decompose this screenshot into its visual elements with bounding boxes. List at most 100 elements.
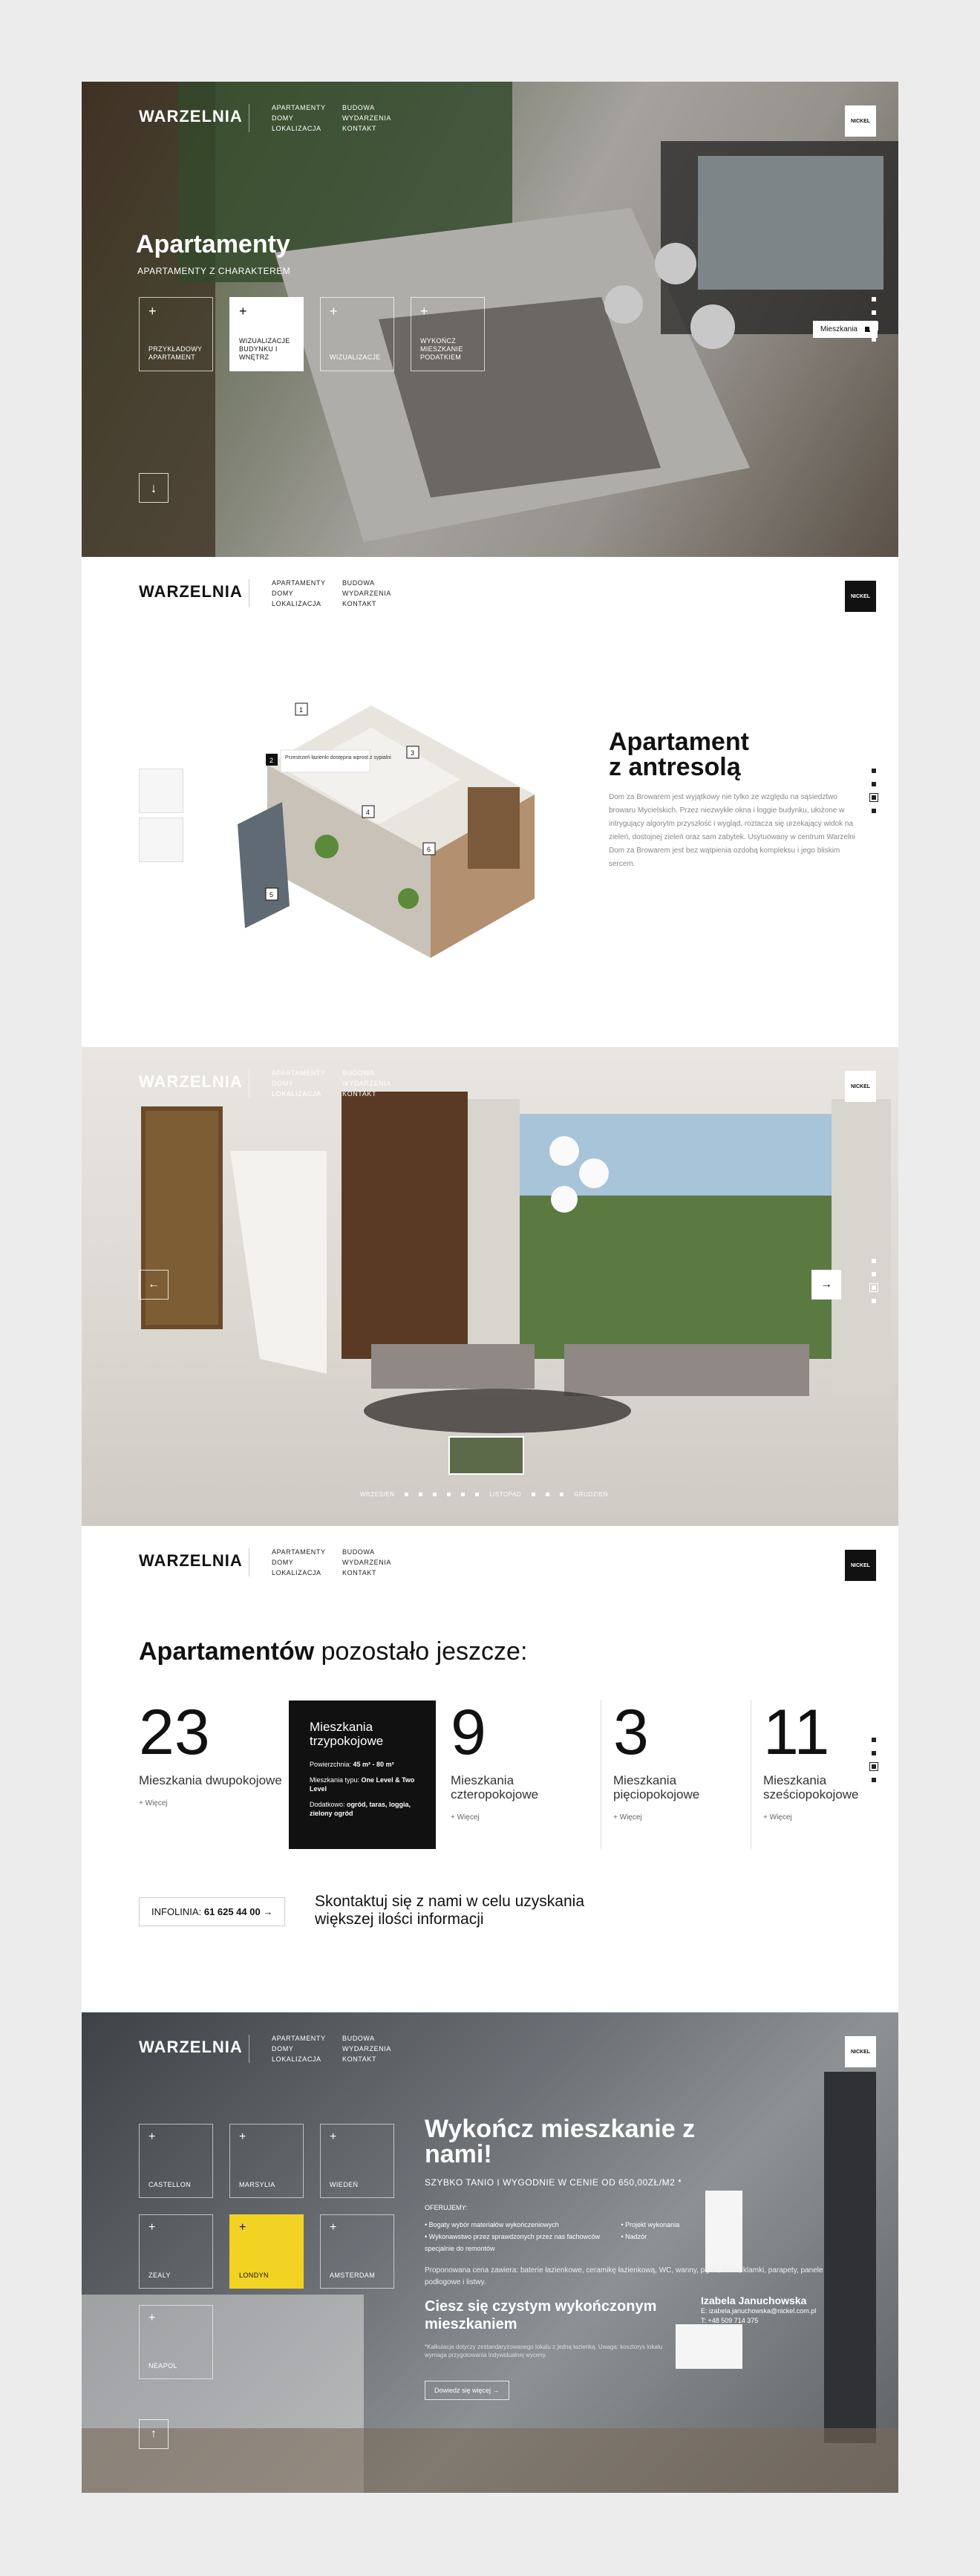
tile-visualizations[interactable]: + WIZUALIZACJE (320, 297, 394, 371)
nav-wydarzenia[interactable]: WYDARZENIA (342, 1559, 409, 1566)
nav-apartamenty[interactable]: APARTAMENTY (272, 2035, 342, 2042)
apartments-tag[interactable]: Mieszkania (812, 321, 878, 338)
style-tile-active[interactable]: + LONDYN (229, 2214, 304, 2289)
dot[interactable] (872, 769, 876, 773)
nav-wydarzenia[interactable]: WYDARZENIA (342, 2045, 409, 2052)
more-link[interactable]: + Więcej (613, 1813, 751, 1822)
brand-badge[interactable]: NICKEL (845, 105, 876, 137)
nav-apartamenty[interactable]: APARTAMENTY (272, 1069, 342, 1077)
nav-lokalizacja[interactable]: LOKALIZACJA (272, 125, 342, 132)
timeline-dot[interactable] (546, 1493, 550, 1496)
dot[interactable] (872, 809, 876, 813)
scroll-down-button[interactable]: ↓ (139, 473, 169, 503)
nav-domy[interactable]: DOMY (272, 590, 342, 597)
stat-six-room[interactable]: 11 Mieszkania sześciopokojowe + Więcej (751, 1701, 898, 1849)
dot[interactable] (872, 1738, 876, 1742)
nav-kontakt[interactable]: KONTAKT (342, 600, 409, 607)
timeline-dot[interactable] (419, 1493, 423, 1496)
brand-badge[interactable]: NICKEL (845, 1071, 876, 1102)
timeline-dot[interactable] (475, 1493, 480, 1496)
dot[interactable] (872, 1751, 876, 1755)
timeline-dot[interactable] (532, 1493, 536, 1496)
dot-active[interactable] (869, 322, 878, 330)
previous-image-button[interactable]: ← (139, 1270, 169, 1300)
dot[interactable] (872, 1299, 876, 1303)
style-tile[interactable]: + ZEALY (139, 2214, 213, 2289)
nav-kontakt[interactable]: KONTAKT (342, 1569, 409, 1576)
dot[interactable] (872, 1272, 876, 1276)
more-link[interactable]: + Więcej (139, 1799, 289, 1807)
dot[interactable] (872, 782, 876, 786)
dot-active[interactable] (869, 1762, 878, 1771)
timeline-label[interactable]: GRUDZIEŃ (574, 1491, 608, 1498)
nav-lokalizacja[interactable]: LOKALIZACJA (272, 1090, 342, 1098)
nav-domy[interactable]: DOMY (272, 1080, 342, 1087)
nav-lokalizacja[interactable]: LOKALIZACJA (272, 600, 342, 607)
style-tile[interactable]: + AMSTERDAM (320, 2214, 394, 2289)
dot[interactable] (872, 297, 876, 301)
tile-finish-apartment[interactable]: + WYKOŃCZ MIESZKANIE PODATKIEM (411, 297, 485, 371)
dot[interactable] (872, 337, 876, 342)
timeline-label[interactable]: LISTOPAD (489, 1491, 521, 1498)
stat-two-room[interactable]: 23 Mieszkania dwupokojowe + Więcej (139, 1701, 289, 1849)
nav-budowa[interactable]: BUDOWA (342, 1069, 409, 1077)
style-tile[interactable]: + CASTELLON (139, 2124, 213, 2198)
more-link[interactable]: + Więcej (763, 1813, 898, 1822)
nav-wydarzenia[interactable]: WYDARZENIA (342, 114, 409, 122)
dot[interactable] (872, 310, 876, 315)
more-link[interactable]: + Więcej (451, 1813, 601, 1822)
stat-four-room[interactable]: 9 Mieszkania czteropokojowe + Więcej (451, 1701, 601, 1849)
dot-active[interactable] (869, 793, 878, 802)
contact-email[interactable]: E: izabela.januchowska@nickel.com.pl (701, 2306, 816, 2316)
nav-kontakt[interactable]: KONTAKT (342, 1090, 409, 1098)
logo[interactable]: WARZELNIA (139, 1072, 243, 1092)
timeline-dot[interactable] (560, 1493, 564, 1496)
nav-domy[interactable]: DOMY (272, 2045, 342, 2052)
nav-lokalizacja[interactable]: LOKALIZACJA (272, 2055, 342, 2063)
callout-3[interactable]: 3 (411, 749, 414, 757)
logo[interactable]: WARZELNIA (139, 107, 243, 126)
callout-5[interactable]: 5 (270, 891, 273, 899)
nav-wydarzenia[interactable]: WYDARZENIA (342, 590, 409, 597)
infoline-button[interactable]: INFOLINIA: 61 625 44 00 → (139, 1897, 286, 1926)
contact-phone[interactable]: T: +48 509 714 375 (701, 2316, 816, 2326)
tile-visualizations-building[interactable]: + WIZUALIZACJE BUDYNKU I WNĘTRZ (229, 297, 304, 371)
callout-4[interactable]: 4 (366, 809, 370, 816)
nav-budowa[interactable]: BUDOWA (342, 1548, 409, 1556)
callout-1[interactable]: 1 (299, 706, 303, 714)
callout-2[interactable]: 2 (270, 757, 273, 764)
nav-wydarzenia[interactable]: WYDARZENIA (342, 1080, 409, 1087)
logo[interactable]: WARZELNIA (139, 1551, 243, 1571)
next-image-button[interactable]: → (811, 1270, 841, 1300)
brand-badge[interactable]: NICKEL (845, 1550, 876, 1581)
brand-badge[interactable]: NICKEL (845, 581, 876, 612)
timeline-dot[interactable] (461, 1493, 466, 1496)
nav-domy[interactable]: DOMY (272, 1559, 342, 1566)
nav-apartamenty[interactable]: APARTAMENTY (272, 1548, 342, 1556)
dot[interactable] (872, 1259, 876, 1263)
timeline-label[interactable]: WRZESIEŃ (360, 1491, 394, 1498)
dot-active[interactable] (869, 1283, 878, 1292)
style-tile[interactable]: + WIEDEŃ (320, 2124, 394, 2198)
nav-apartamenty[interactable]: APARTAMENTY (272, 104, 342, 111)
timeline-dot[interactable] (447, 1493, 451, 1496)
brand-badge[interactable]: NICKEL (845, 2036, 876, 2067)
nav-lokalizacja[interactable]: LOKALIZACJA (272, 1569, 342, 1576)
learn-more-button[interactable]: Dowiedz się więcej → (425, 2381, 509, 2400)
tile-sample-apartment[interactable]: + PRZYKŁADOWY APARTAMENT (139, 297, 213, 371)
nav-apartamenty[interactable]: APARTAMENTY (272, 579, 342, 587)
dot[interactable] (872, 1778, 876, 1782)
scroll-up-button[interactable]: ↑ (139, 2419, 169, 2449)
nav-kontakt[interactable]: KONTAKT (342, 125, 409, 132)
nav-domy[interactable]: DOMY (272, 114, 342, 122)
style-tile[interactable]: + NEAPOL (139, 2305, 213, 2379)
nav-budowa[interactable]: BUDOWA (342, 104, 409, 111)
stat-five-room[interactable]: 3 Mieszkania pięciopokojowe + Więcej (601, 1701, 751, 1849)
thumbnail-3d[interactable] (139, 769, 183, 813)
logo[interactable]: WARZELNIA (139, 2038, 243, 2057)
nav-budowa[interactable]: BUDOWA (342, 579, 409, 587)
stat-card-three-room[interactable]: Mieszkania trzypokojowe Powierzchnia: 45… (289, 1701, 436, 1849)
timeline-dot[interactable] (405, 1493, 409, 1496)
style-tile[interactable]: + MARSYLIA (229, 2124, 304, 2198)
thumbnail-plan[interactable] (139, 818, 183, 862)
